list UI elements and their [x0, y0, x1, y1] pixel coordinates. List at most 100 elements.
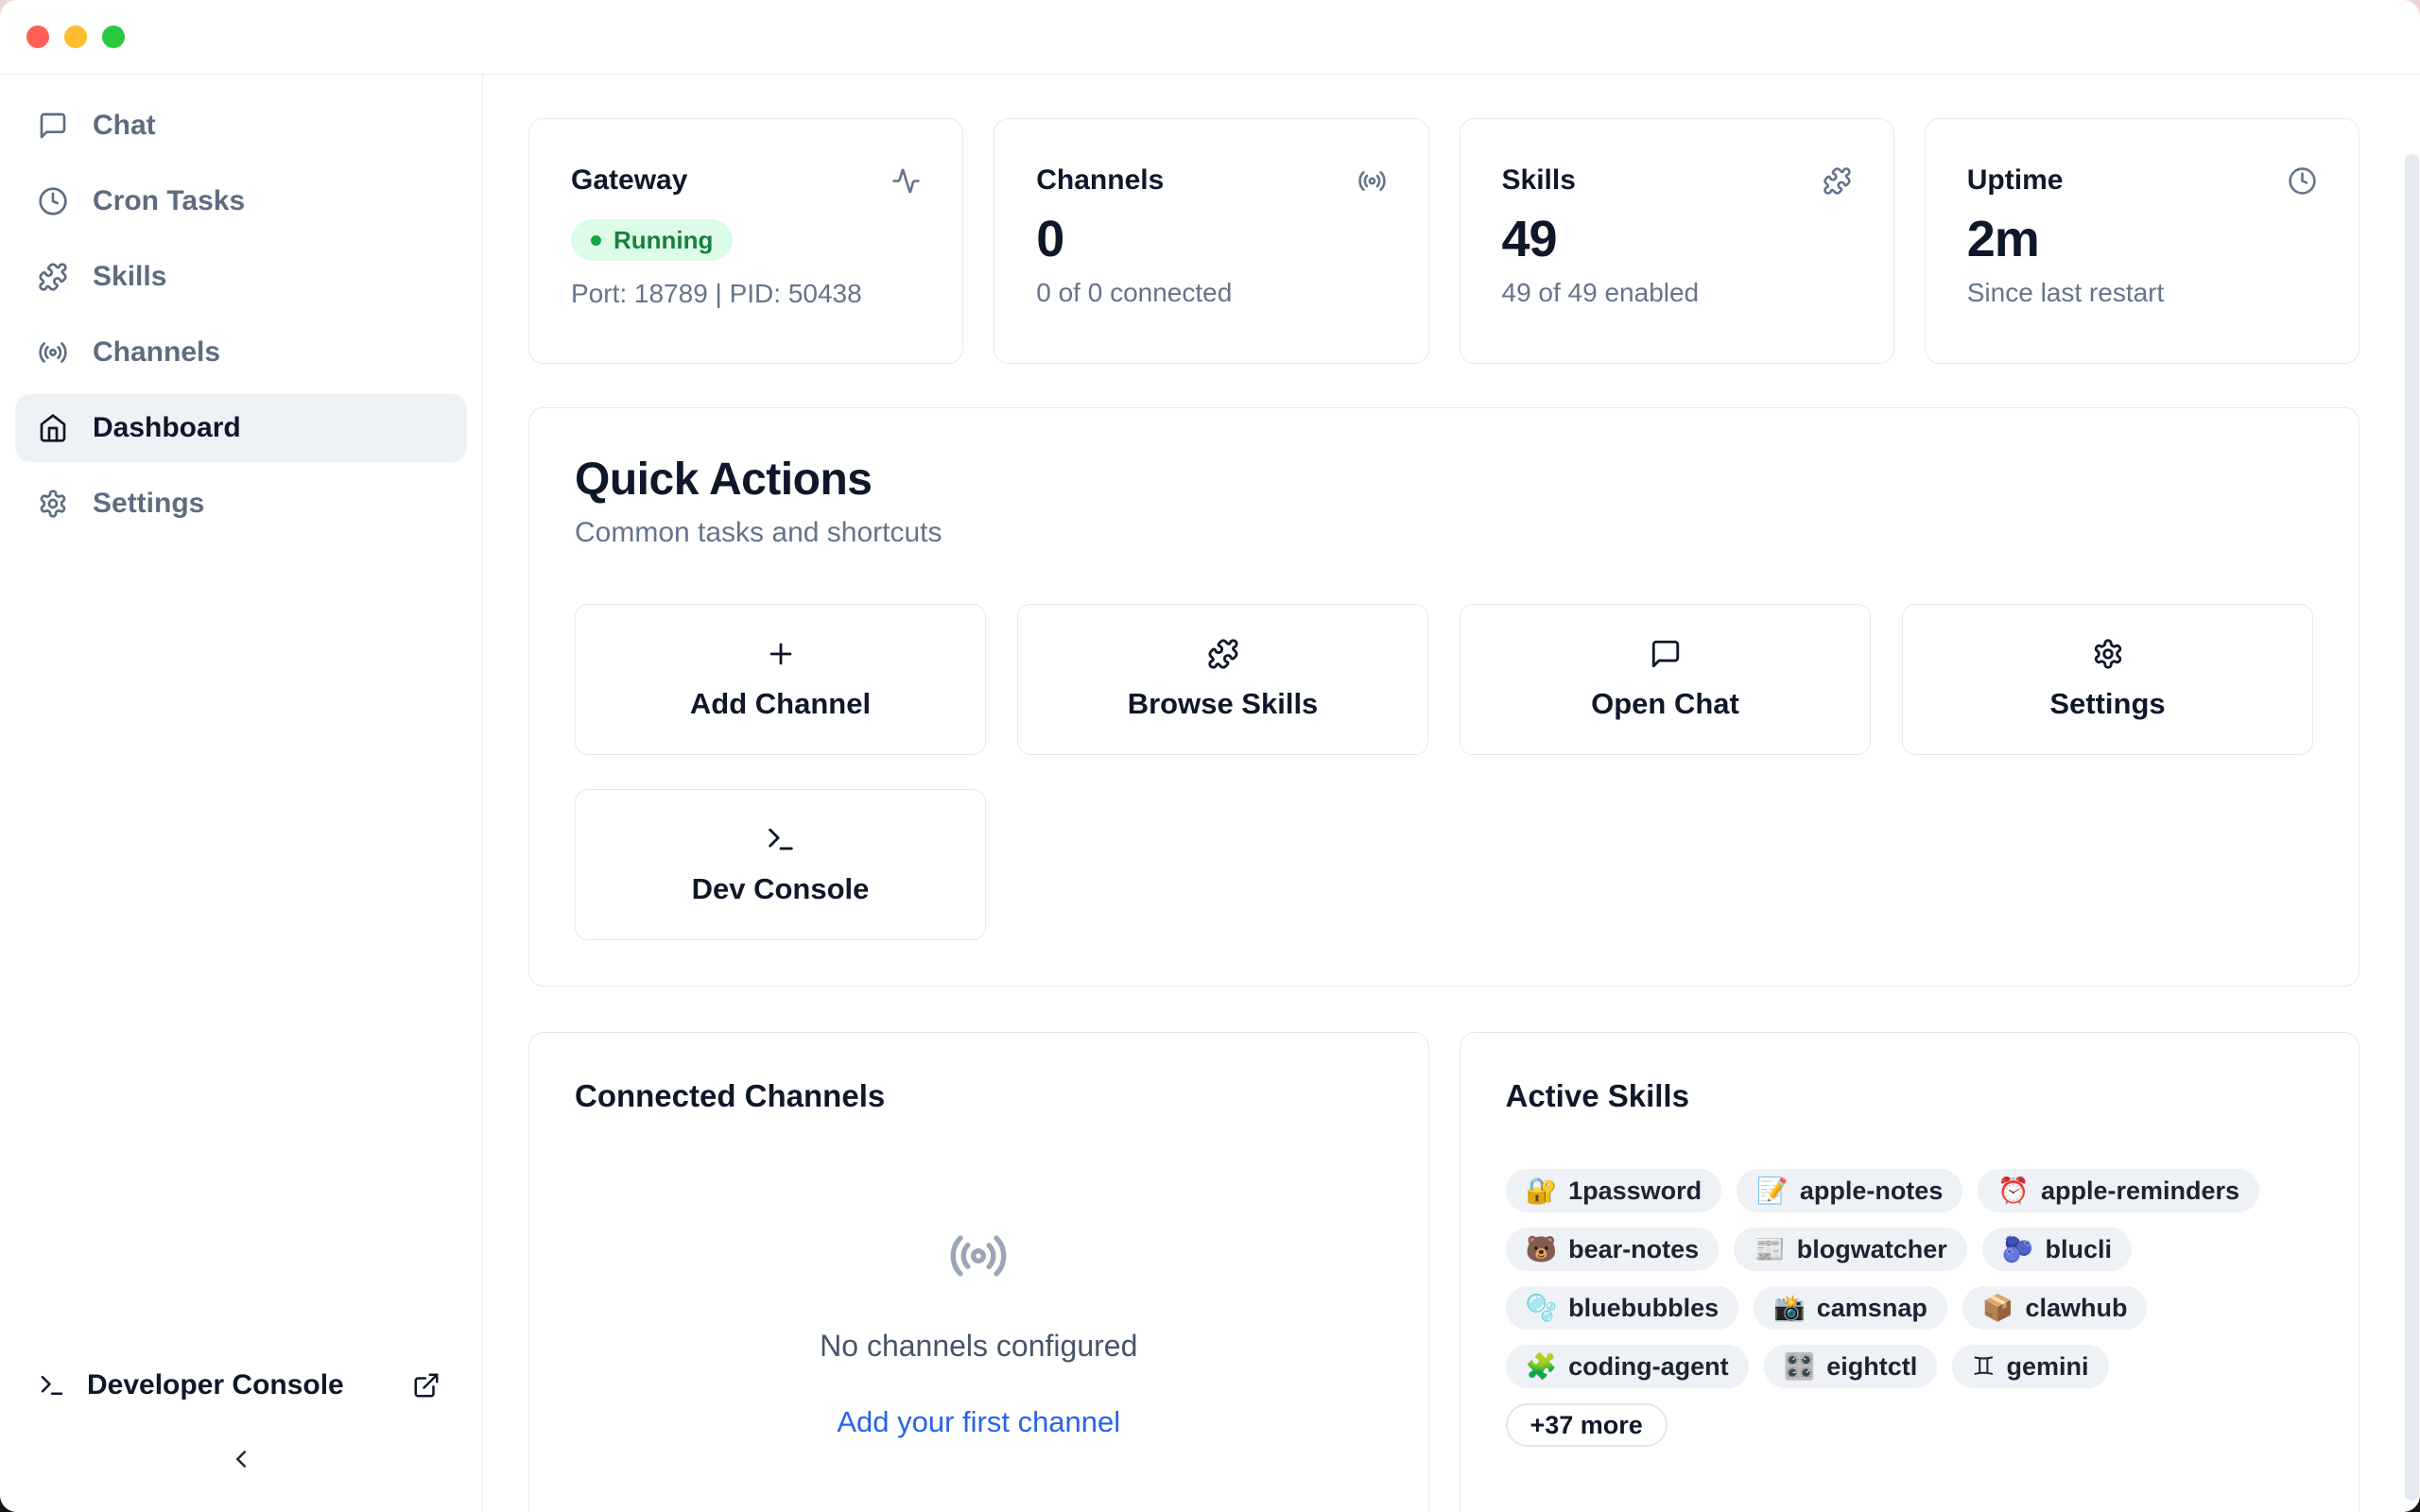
skill-emoji: ⏰: [1997, 1176, 2030, 1206]
developer-console-link[interactable]: Developer Console: [15, 1355, 467, 1416]
sidebar-nav: Chat Cron Tasks Skills Channels Dashboard Set…: [15, 92, 467, 545]
channels-empty-text: No channels configured: [575, 1329, 1383, 1364]
traffic-lights: [26, 26, 125, 48]
channels-count: 0: [1036, 210, 1386, 268]
channels-card: Channels 0 0 of 0 connected: [994, 118, 1428, 364]
developer-console-label: Developer Console: [87, 1369, 344, 1401]
gateway-card: Gateway Running Port: 18789 | PID: 50438: [528, 118, 963, 364]
skill-emoji: 🧩: [1526, 1351, 1558, 1382]
skill-name: eightctl: [1826, 1352, 1917, 1382]
settings-icon: [2092, 638, 2124, 670]
sidebar-item-settings[interactable]: Settings: [15, 470, 467, 538]
uptime-detail: Since last restart: [1967, 278, 2317, 308]
quick-action-label: Dev Console: [692, 872, 870, 906]
skill-emoji: 📸: [1773, 1293, 1806, 1323]
zoom-button[interactable]: [102, 26, 125, 48]
clock-icon: [38, 186, 68, 216]
sidebar-item-skills[interactable]: Skills: [15, 243, 467, 311]
skill-badge-apple-reminders: ⏰ apple-reminders: [1978, 1169, 2259, 1212]
radio-icon: [38, 337, 68, 368]
quick-actions-card: Quick Actions Common tasks and shortcuts…: [528, 407, 2360, 987]
quick-actions-title: Quick Actions: [575, 454, 2313, 506]
skill-emoji: ♊: [1972, 1352, 1995, 1382]
skill-badge-1password: 🔐 1password: [1506, 1169, 1722, 1212]
connected-channels-title: Connected Channels: [575, 1078, 1383, 1114]
skills-card: Skills 49 49 of 49 enabled: [1460, 118, 1894, 364]
skill-name: 1password: [1568, 1177, 1702, 1206]
sidebar-item-label: Dashboard: [93, 412, 241, 444]
quick-action-dev-console[interactable]: Dev Console: [575, 789, 986, 940]
add-first-channel-link[interactable]: Add your first channel: [575, 1405, 1383, 1439]
terminal-icon: [765, 823, 797, 855]
sidebar-item-label: Settings: [93, 488, 204, 520]
skill-emoji: 📝: [1756, 1176, 1789, 1206]
skill-emoji: 🫐: [2002, 1234, 2034, 1264]
gateway-status-label: Running: [614, 226, 713, 255]
skill-emoji: 📰: [1754, 1234, 1786, 1264]
skill-emoji: 🎛️: [1784, 1351, 1816, 1382]
skill-badge-apple-notes: 📝apple-notes: [1737, 1169, 1962, 1212]
active-skills-title: Active Skills: [1506, 1078, 2314, 1114]
activity-icon: [891, 166, 921, 196]
radio-icon: [948, 1114, 1009, 1175]
window-content: Chat Cron Tasks Skills Channels Dashboard Set…: [0, 75, 2420, 1512]
quick-action-open-chat[interactable]: Open Chat: [1460, 604, 1871, 755]
skill-name: bear-notes: [1568, 1235, 1699, 1264]
uptime-card: Uptime 2m Since last restart: [1925, 118, 2360, 364]
sidebar-item-cron-tasks[interactable]: Cron Tasks: [15, 167, 467, 235]
sidebar-footer: Developer Console: [15, 1355, 467, 1487]
channels-card-title: Channels: [1036, 164, 1164, 197]
skill-badge-eightctl: 🎛️ eightctl: [1764, 1345, 1938, 1388]
skill-emoji: 🐻: [1526, 1234, 1558, 1264]
close-button[interactable]: [26, 26, 49, 48]
skill-name: apple-reminders: [2041, 1177, 2239, 1206]
skill-name: gemini: [2006, 1352, 2088, 1382]
sidebar-collapse-row: [15, 1431, 467, 1487]
sidebar-item-dashboard[interactable]: Dashboard: [15, 394, 467, 462]
quick-action-label: Settings: [2049, 687, 2165, 721]
skill-emoji: 📦: [1982, 1293, 2014, 1323]
skill-badge-clawhub: 📦 clawhub: [1962, 1286, 2148, 1330]
skill-badge-bear-notes: 🐻 bear-notes: [1506, 1228, 1720, 1271]
sidebar-item-channels[interactable]: Channels: [15, 318, 467, 387]
plus-icon: [765, 638, 797, 670]
skills-badge-list: 🔐 1password 📝apple-notes ⏰ apple-reminders 🐻 b…: [1506, 1169, 2281, 1447]
puzzle-icon: [1823, 166, 1852, 196]
skill-badge-gemini: ♊ gemini: [1952, 1345, 2108, 1388]
external-link-icon[interactable]: [412, 1371, 441, 1400]
sidebar-item-chat[interactable]: Chat: [15, 92, 467, 160]
uptime-value: 2m: [1967, 210, 2317, 268]
quick-action-label: Browse Skills: [1128, 687, 1319, 721]
terminal-icon: [38, 1371, 66, 1400]
clock-icon: [2288, 166, 2317, 196]
skill-badge-camsnap: 📸camsnap: [1754, 1286, 1947, 1330]
status-dot: [591, 235, 601, 246]
vertical-scrollbar[interactable]: [2405, 154, 2419, 1501]
skill-name: clawhub: [2025, 1294, 2127, 1323]
dashboard-main: Gateway Running Port: 18789 | PID: 50438…: [483, 75, 2420, 1512]
skill-badge-coding-agent: 🧩coding-agent: [1506, 1345, 1749, 1388]
skill-emoji: 🫧: [1526, 1293, 1558, 1323]
settings-icon: [38, 489, 68, 519]
sidebar-item-label: Chat: [93, 110, 156, 142]
sidebar-item-label: Cron Tasks: [93, 185, 245, 217]
skills-count: 49: [1502, 210, 1852, 268]
quick-action-settings[interactable]: Settings: [1902, 604, 2313, 755]
home-icon: [38, 413, 68, 443]
quick-action-label: Add Channel: [690, 687, 871, 721]
connected-channels-card: Connected Channels No channels configure…: [528, 1032, 1429, 1512]
quick-action-add-channel[interactable]: Add Channel: [575, 604, 986, 755]
uptime-card-title: Uptime: [1967, 164, 2064, 197]
skill-name: bluebubbles: [1568, 1294, 1719, 1323]
chevron-left-icon[interactable]: [227, 1445, 255, 1473]
skill-badge-blogwatcher: 📰blogwatcher: [1734, 1228, 1967, 1271]
quick-action-browse-skills[interactable]: Browse Skills: [1017, 604, 1428, 755]
radio-icon: [1357, 166, 1387, 196]
title-bar: [0, 0, 2420, 75]
bottom-grid: Connected Channels No channels configure…: [528, 1032, 2360, 1512]
more-skills-badge[interactable]: +37 more: [1506, 1403, 1668, 1447]
active-skills-card: Active Skills 🔐 1password 📝apple-notes ⏰ app…: [1460, 1032, 2360, 1512]
minimize-button[interactable]: [64, 26, 87, 48]
channels-detail: 0 of 0 connected: [1036, 278, 1386, 308]
skill-emoji: 🔐: [1526, 1176, 1558, 1206]
